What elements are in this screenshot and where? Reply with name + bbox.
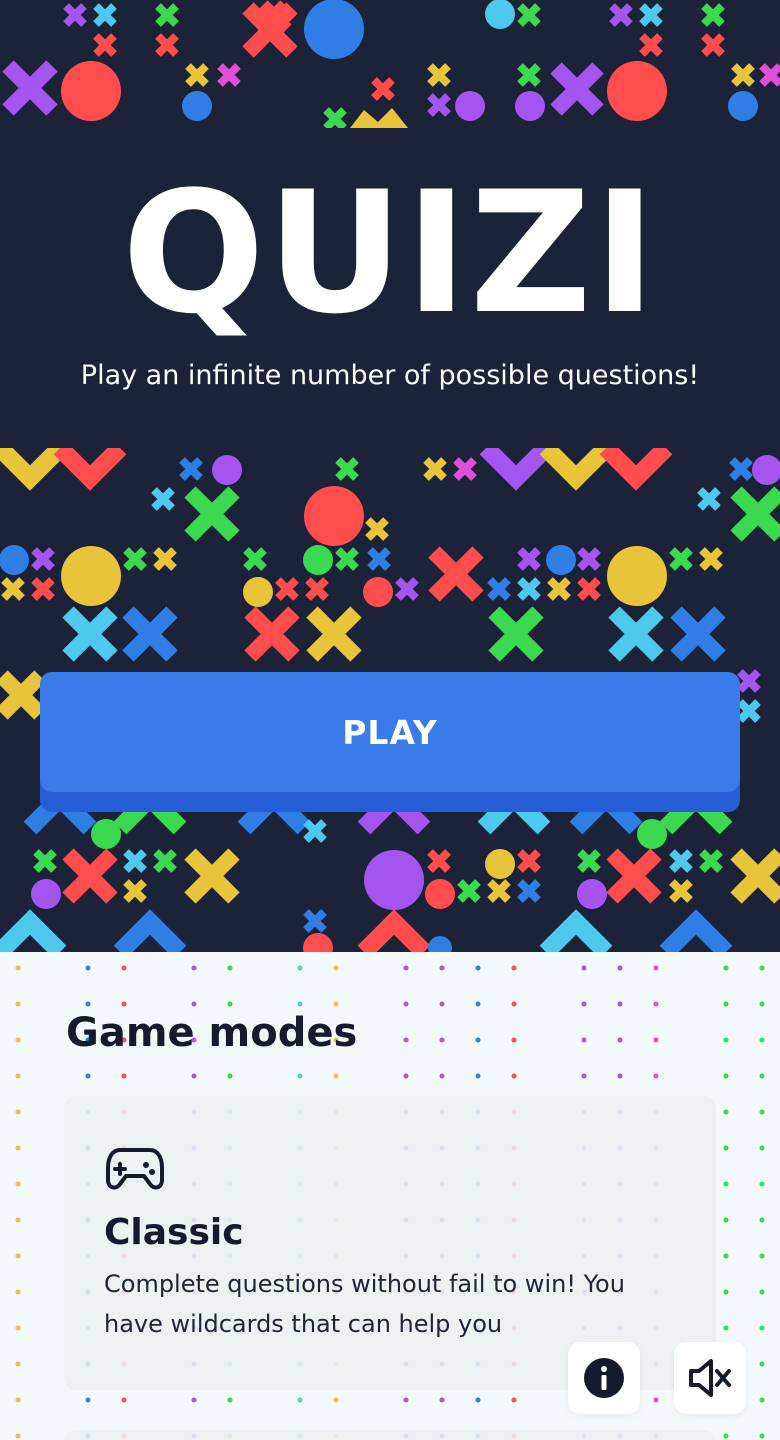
gamepad-icon bbox=[106, 1148, 164, 1190]
mode-name: Classic bbox=[104, 1212, 244, 1253]
mode-card-next[interactable] bbox=[64, 1430, 716, 1440]
sound-muted-icon bbox=[689, 1359, 731, 1397]
info-button[interactable] bbox=[568, 1342, 640, 1414]
game-modes-section: Game modes Classic Complete questions wi… bbox=[0, 952, 780, 1440]
game-modes-heading: Game modes bbox=[66, 1010, 358, 1056]
app-title: QUIZI bbox=[121, 155, 659, 351]
app-tagline: Play an infinite number of possible ques… bbox=[80, 360, 700, 391]
info-icon bbox=[584, 1358, 624, 1398]
play-button[interactable]: PLAY bbox=[40, 672, 740, 792]
mode-description: Complete questions without fail to win! … bbox=[104, 1270, 625, 1338]
sound-toggle-button[interactable] bbox=[674, 1342, 746, 1414]
play-button-wrap: PLAY bbox=[40, 672, 740, 812]
top-pattern bbox=[2, 0, 780, 128]
